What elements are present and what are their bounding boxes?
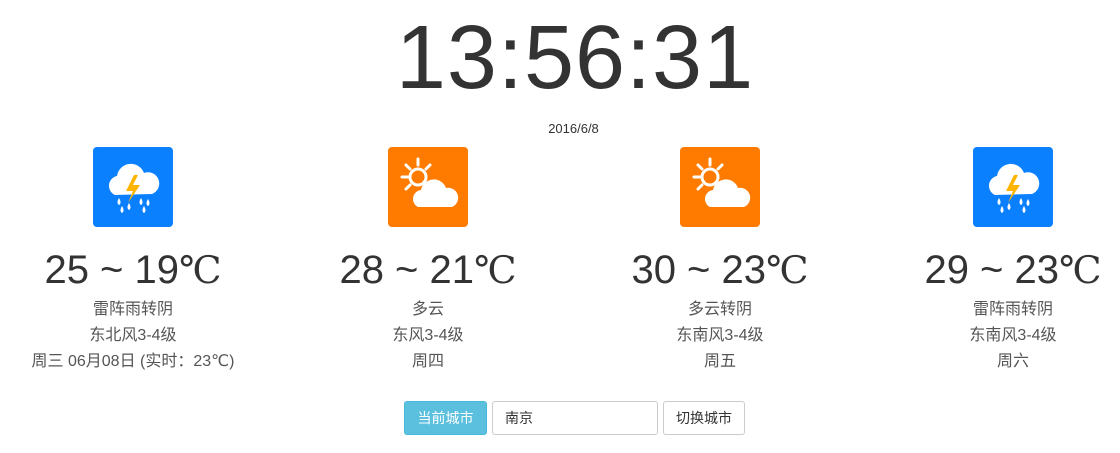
forecast-day-3: 30 ~ 23℃ 多云转阴 东南风3-4级 周五 (575, 147, 865, 375)
temperature-range: 25 ~ 19℃ (0, 247, 278, 293)
temperature-range: 28 ~ 21℃ (283, 247, 573, 293)
temperature-value: 25 ~ 19 (44, 248, 180, 292)
temperature-unit: ℃ (766, 248, 809, 292)
temperature-range: 30 ~ 23℃ (575, 247, 865, 293)
current-date: 2016/6/8 (548, 121, 599, 136)
city-input[interactable] (492, 401, 658, 435)
weather-description: 雷阵雨转阴 (92, 301, 173, 318)
wind-info: 东南风3-4级 (676, 327, 764, 344)
temperature-range: 29 ~ 23℃ (868, 247, 1120, 293)
weather-description: 多云 (411, 301, 444, 318)
current-city-button[interactable]: 当前城市 (404, 401, 487, 435)
temperature-unit: ℃ (1059, 248, 1102, 292)
city-controls: 当前城市 切换城市 (404, 401, 745, 435)
forecast-day-2: 28 ~ 21℃ 多云 东风3-4级 周四 (283, 147, 573, 375)
switch-city-button[interactable]: 切换城市 (663, 401, 745, 435)
wind-info: 东北风3-4级 (89, 327, 177, 344)
clock-time: 13:56:31 (395, 8, 755, 108)
weather-description: 多云转阴 (687, 301, 752, 318)
partly-cloudy-icon (680, 147, 760, 227)
weather-description: 雷阵雨转阴 (972, 301, 1053, 318)
wind-info: 东南风3-4级 (969, 327, 1057, 344)
day-label: 周六 (996, 353, 1029, 370)
day-label: 周三 06月08日 (实时：23℃) (31, 353, 235, 370)
day-label: 周四 (411, 353, 444, 370)
day-label: 周五 (703, 353, 736, 370)
temperature-value: 29 ~ 23 (924, 248, 1060, 292)
temperature-unit: ℃ (179, 248, 222, 292)
thunderstorm-icon (93, 147, 173, 227)
temperature-value: 28 ~ 21 (339, 248, 475, 292)
wind-info: 东风3-4级 (392, 327, 464, 344)
temperature-unit: ℃ (474, 248, 517, 292)
forecast-day-4: 29 ~ 23℃ 雷阵雨转阴 东南风3-4级 周六 (868, 147, 1120, 375)
temperature-value: 30 ~ 23 (631, 248, 767, 292)
forecast-day-1: 25 ~ 19℃ 雷阵雨转阴 东北风3-4级 周三 06月08日 (实时：23℃… (0, 147, 278, 375)
thunderstorm-icon (973, 147, 1053, 227)
partly-cloudy-icon (388, 147, 468, 227)
